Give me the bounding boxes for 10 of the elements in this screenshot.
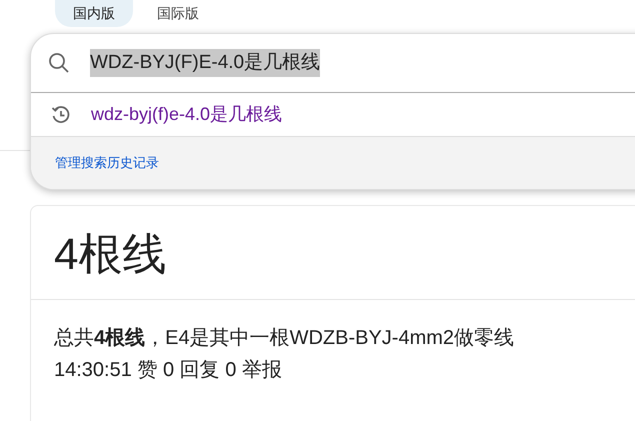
search-field[interactable]: WDZ-BYJ(F)E-4.0是几根线 — [31, 34, 635, 93]
answer-meta: 14:30:51 赞 0 回复 0 举报 — [53, 358, 283, 384]
edition-tab[interactable]: 国际版 — [139, 0, 217, 27]
answer-title: 4根线 — [31, 206, 635, 300]
edition-tab[interactable]: 国内版 — [55, 0, 133, 27]
search-query: WDZ-BYJ(F)E-4.0是几根线 — [90, 48, 320, 78]
search-icon — [48, 52, 70, 74]
answer-snippet: 总共4根线，E4是其中一根WDZB-BYJ-4mm2做零线 — [53, 326, 516, 352]
history-icon — [51, 104, 71, 124]
manage-history-link[interactable]: 管理搜索历史记录 — [55, 153, 159, 173]
